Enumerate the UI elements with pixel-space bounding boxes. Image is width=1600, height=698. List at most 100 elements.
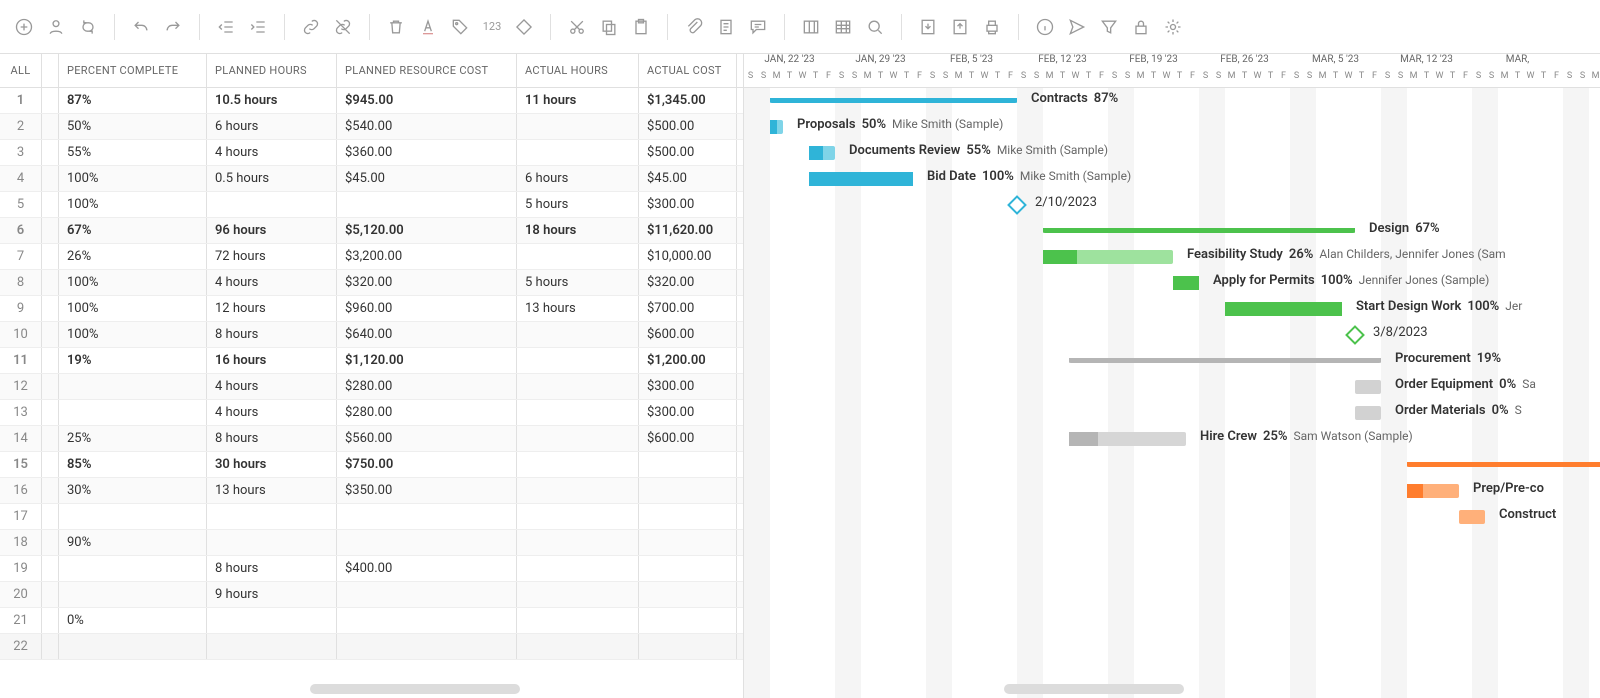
cell-percent[interactable]: 0% — [59, 608, 207, 633]
cell-actual-hours[interactable]: 6 hours — [517, 166, 639, 191]
cell-actual-hours[interactable] — [517, 140, 639, 165]
cell-actual-hours[interactable] — [517, 452, 639, 477]
table-row[interactable]: 1425%8 hours$560.00$600.00 — [0, 426, 743, 452]
outdent-icon[interactable] — [212, 13, 240, 41]
cell-actual-cost[interactable]: $300.00 — [639, 192, 737, 217]
cell-percent[interactable]: 26% — [59, 244, 207, 269]
cell-percent[interactable]: 87% — [59, 88, 207, 113]
h-scrollbar[interactable] — [1004, 684, 1184, 694]
milestone-icon[interactable] — [1007, 195, 1027, 215]
gantt-body[interactable]: Contracts87%Proposals50%Mike Smith (Samp… — [744, 88, 1600, 698]
task-bar[interactable] — [809, 172, 913, 186]
cell-actual-hours[interactable] — [517, 634, 639, 659]
table-row[interactable]: 250%6 hours$540.00$500.00 — [0, 114, 743, 140]
cell-planned-hours[interactable]: 12 hours — [207, 296, 337, 321]
cell-planned-cost[interactable]: $1,120.00 — [337, 348, 517, 373]
cell-actual-hours[interactable]: 18 hours — [517, 218, 639, 243]
task-bar[interactable] — [1043, 250, 1173, 264]
cell-actual-cost[interactable]: $500.00 — [639, 140, 737, 165]
cell-planned-hours[interactable] — [207, 504, 337, 529]
task-bar[interactable] — [1407, 484, 1459, 498]
cell-planned-cost[interactable]: $945.00 — [337, 88, 517, 113]
redo-icon[interactable] — [159, 13, 187, 41]
cell-actual-hours[interactable] — [517, 582, 639, 607]
cell-planned-hours[interactable]: 4 hours — [207, 140, 337, 165]
cell-percent[interactable] — [59, 582, 207, 607]
cell-planned-cost[interactable]: $560.00 — [337, 426, 517, 451]
cell-planned-hours[interactable]: 4 hours — [207, 400, 337, 425]
cell-actual-hours[interactable] — [517, 400, 639, 425]
cell-actual-hours[interactable] — [517, 114, 639, 139]
cell-planned-cost[interactable]: $640.00 — [337, 322, 517, 347]
cell-percent[interactable]: 100% — [59, 192, 207, 217]
cell-percent[interactable]: 25% — [59, 426, 207, 451]
table-row[interactable]: 17 — [0, 504, 743, 530]
cell-planned-cost[interactable]: $400.00 — [337, 556, 517, 581]
cell-percent[interactable]: 100% — [59, 322, 207, 347]
table-row[interactable]: 1585%30 hours$750.00 — [0, 452, 743, 478]
summary-bar[interactable] — [1069, 358, 1381, 363]
cell-actual-hours[interactable]: 11 hours — [517, 88, 639, 113]
cell-actual-cost[interactable]: $300.00 — [639, 400, 737, 425]
cell-planned-cost[interactable] — [337, 608, 517, 633]
cell-percent[interactable]: 100% — [59, 296, 207, 321]
cell-actual-cost[interactable]: $1,200.00 — [639, 348, 737, 373]
shape-icon[interactable] — [510, 13, 538, 41]
cell-actual-cost[interactable] — [639, 582, 737, 607]
send-icon[interactable] — [1063, 13, 1091, 41]
cell-planned-cost[interactable]: $960.00 — [337, 296, 517, 321]
filter-icon[interactable] — [1095, 13, 1123, 41]
task-bar[interactable] — [1355, 406, 1381, 420]
col-actual-hours[interactable]: ACTUAL HOURS — [517, 54, 639, 87]
cell-actual-cost[interactable]: $11,620.00 — [639, 218, 737, 243]
task-bar[interactable] — [1225, 302, 1342, 316]
cell-planned-cost[interactable] — [337, 582, 517, 607]
cut-icon[interactable] — [563, 13, 591, 41]
cell-actual-hours[interactable] — [517, 348, 639, 373]
table-row[interactable]: 210% — [0, 608, 743, 634]
cell-percent[interactable]: 100% — [59, 166, 207, 191]
font-color-icon[interactable] — [414, 13, 442, 41]
cell-percent[interactable]: 85% — [59, 452, 207, 477]
cell-percent[interactable]: 90% — [59, 530, 207, 555]
cell-planned-hours[interactable]: 8 hours — [207, 426, 337, 451]
cell-actual-cost[interactable]: $1,345.00 — [639, 88, 737, 113]
cell-percent[interactable]: 55% — [59, 140, 207, 165]
table-row[interactable]: 8100%4 hours$320.005 hours$320.00 — [0, 270, 743, 296]
zoom-icon[interactable] — [861, 13, 889, 41]
cell-actual-hours[interactable] — [517, 556, 639, 581]
cell-planned-hours[interactable] — [207, 634, 337, 659]
cell-planned-hours[interactable]: 4 hours — [207, 270, 337, 295]
task-bar[interactable] — [1459, 510, 1485, 524]
table-row[interactable]: 134 hours$280.00$300.00 — [0, 400, 743, 426]
refresh-icon[interactable] — [74, 13, 102, 41]
cell-planned-hours[interactable]: 13 hours — [207, 478, 337, 503]
info-icon[interactable] — [1031, 13, 1059, 41]
settings-icon[interactable] — [1159, 13, 1187, 41]
cell-planned-hours[interactable] — [207, 608, 337, 633]
cell-planned-hours[interactable]: 6 hours — [207, 114, 337, 139]
h-scrollbar[interactable] — [310, 684, 520, 694]
cell-actual-cost[interactable]: $320.00 — [639, 270, 737, 295]
cell-percent[interactable]: 19% — [59, 348, 207, 373]
cell-actual-cost[interactable] — [639, 608, 737, 633]
add-icon[interactable] — [10, 13, 38, 41]
milestone-icon[interactable] — [1345, 325, 1365, 345]
task-bar[interactable] — [1069, 432, 1186, 446]
summary-bar[interactable] — [1043, 228, 1355, 233]
cell-planned-cost[interactable]: $280.00 — [337, 374, 517, 399]
cell-actual-hours[interactable]: 13 hours — [517, 296, 639, 321]
cell-actual-cost[interactable] — [639, 504, 737, 529]
cell-percent[interactable]: 30% — [59, 478, 207, 503]
cell-planned-cost[interactable]: $5,120.00 — [337, 218, 517, 243]
cell-planned-cost[interactable]: $360.00 — [337, 140, 517, 165]
table-row[interactable]: 187%10.5 hours$945.0011 hours$1,345.00 — [0, 88, 743, 114]
columns-icon[interactable] — [797, 13, 825, 41]
assign-icon[interactable] — [42, 13, 70, 41]
cell-actual-cost[interactable]: $10,000.00 — [639, 244, 737, 269]
cell-actual-cost[interactable]: $45.00 — [639, 166, 737, 191]
cell-percent[interactable]: 50% — [59, 114, 207, 139]
cell-actual-cost[interactable]: $700.00 — [639, 296, 737, 321]
cell-planned-hours[interactable] — [207, 530, 337, 555]
cell-planned-cost[interactable] — [337, 504, 517, 529]
